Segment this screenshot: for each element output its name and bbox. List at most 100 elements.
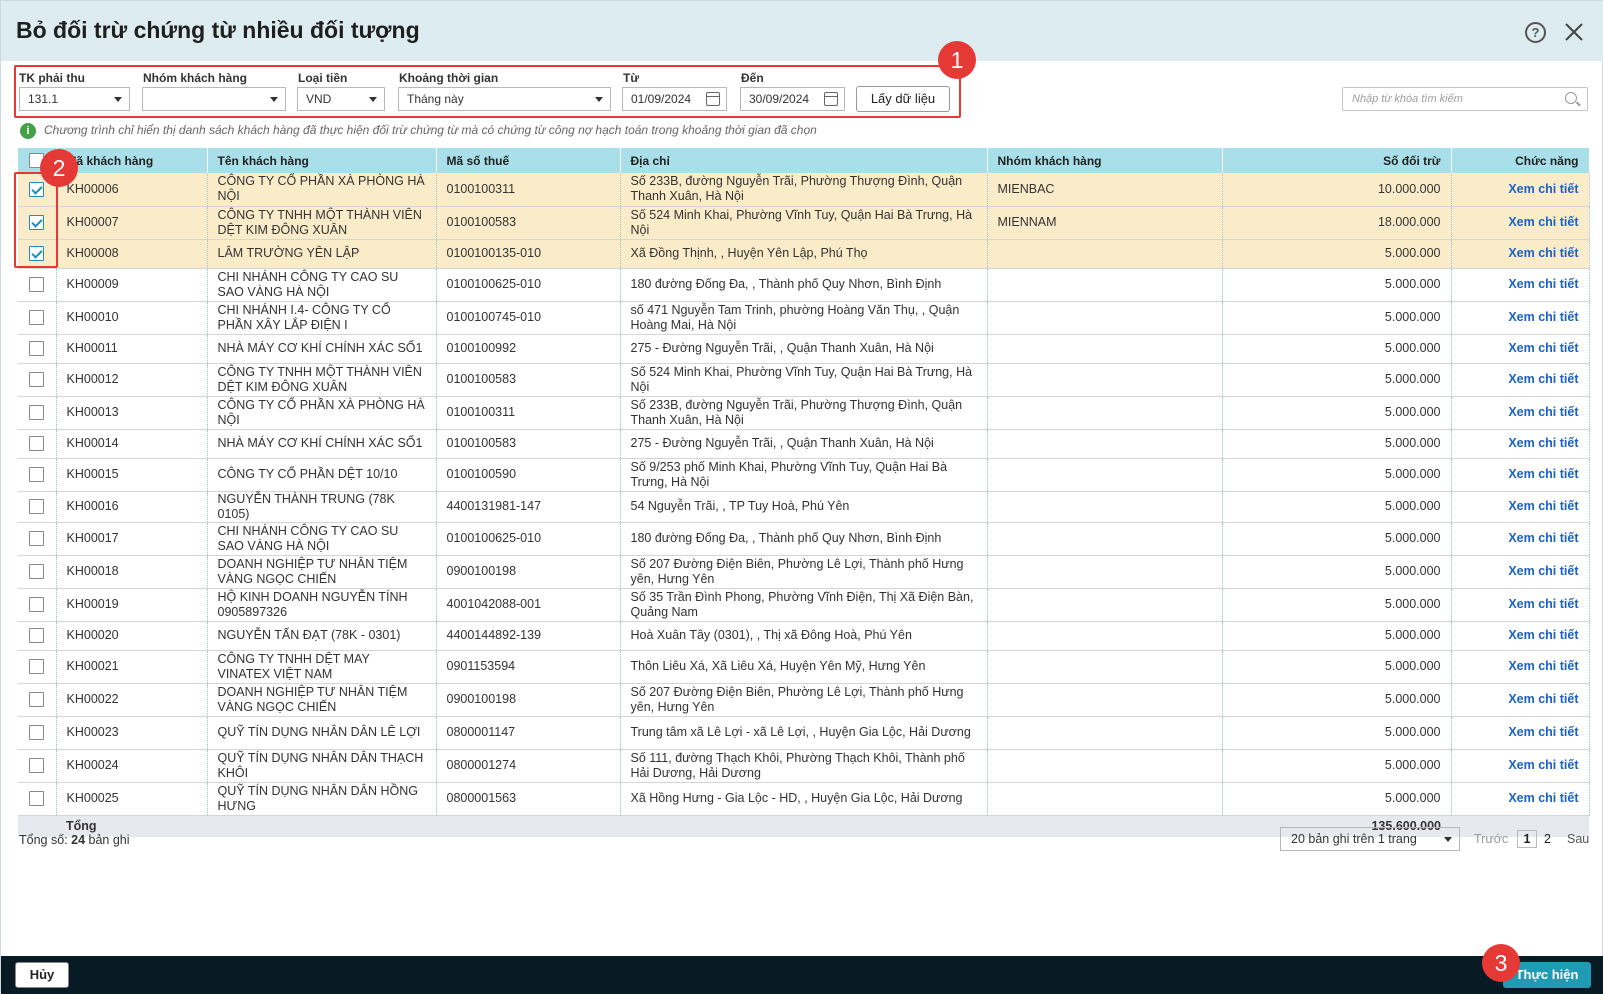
row-checkbox[interactable] <box>29 597 44 613</box>
cell-select[interactable] <box>18 268 57 302</box>
dialog: Bỏ đối trừ chứng từ nhiều đối tượng ? TK… <box>0 0 1603 994</box>
column-header-address[interactable]: Địa chỉ <box>620 148 988 173</box>
view-detail-link[interactable]: Xem chi tiết <box>1508 182 1578 196</box>
cell-select[interactable] <box>18 334 57 364</box>
cancel-button[interactable]: Hủy <box>15 962 69 988</box>
page-1-button[interactable]: 1 <box>1517 830 1537 848</box>
row-checkbox[interactable] <box>29 436 44 452</box>
table-row[interactable]: KH00013 CÔNG TY CỔ PHẦN XÀ PHÒNG HÀ NỘI 01… <box>18 396 1590 430</box>
row-checkbox[interactable] <box>29 692 44 708</box>
column-header-name[interactable]: Tên khách hàng <box>207 148 437 173</box>
cell-group <box>987 782 1223 816</box>
cell-select[interactable] <box>18 396 57 430</box>
table-row[interactable]: KH00009 CHI NHÁNH CÔNG TY CAO SU SAO VÀNG… <box>18 268 1590 302</box>
table-row[interactable]: KH00007 CÔNG TY TNHH MỘT THÀNH VIÊN DỆT K… <box>18 206 1590 240</box>
row-checkbox[interactable] <box>29 372 44 388</box>
cell-select[interactable] <box>18 555 57 589</box>
view-detail-link[interactable]: Xem chi tiết <box>1508 758 1578 772</box>
table-row[interactable]: KH00022 DOANH NGHIỆP TƯ NHÂN TIỆM VÀNG NG… <box>18 683 1590 717</box>
row-checkbox[interactable] <box>29 405 44 421</box>
view-detail-link[interactable]: Xem chi tiết <box>1508 597 1578 611</box>
row-checkbox[interactable] <box>29 310 44 326</box>
cell-select[interactable] <box>18 650 57 684</box>
view-detail-link[interactable]: Xem chi tiết <box>1508 405 1578 419</box>
table-row[interactable]: KH00011 NHÀ MÁY CƠ KHÍ CHÍNH XÁC SỐ1 01001… <box>18 334 1590 364</box>
table-row[interactable]: KH00018 DOANH NGHIỆP TƯ NHÂN TIỆM VÀNG NG… <box>18 555 1590 589</box>
view-detail-link[interactable]: Xem chi tiết <box>1508 725 1578 739</box>
view-detail-link[interactable]: Xem chi tiết <box>1508 791 1578 805</box>
row-checkbox[interactable] <box>29 791 44 807</box>
table-row[interactable]: KH00024 QUỸ TÍN DỤNG NHÂN DÂN THẠCH KHÔI 0… <box>18 749 1590 783</box>
row-checkbox[interactable] <box>29 659 44 675</box>
table-row[interactable]: KH00015 CÔNG TY CỔ PHẦN DỆT 10/10 01001005… <box>18 458 1590 492</box>
cell-select[interactable] <box>18 301 57 335</box>
view-detail-link[interactable]: Xem chi tiết <box>1508 436 1578 450</box>
page-2-button[interactable]: 2 <box>1544 832 1551 846</box>
next-page-button[interactable]: Sau <box>1567 832 1589 846</box>
cell-select[interactable] <box>18 621 57 651</box>
search-input[interactable]: Nhập từ khóa tìm kiếm <box>1342 87 1588 111</box>
table-row[interactable]: KH00017 CHI NHÁNH CÔNG TY CAO SU SAO VÀNG… <box>18 522 1590 556</box>
table-row[interactable]: KH00023 QUỸ TÍN DỤNG NHÂN DÂN LÊ LỢI 08000… <box>18 716 1590 750</box>
table-row[interactable]: KH00012 CÔNG TY TNHH MỘT THÀNH VIÊN DỆT K… <box>18 363 1590 397</box>
row-checkbox[interactable] <box>29 531 44 547</box>
column-header-code[interactable]: Mã khách hàng <box>56 148 208 173</box>
table-row[interactable]: KH00025 QUỸ TÍN DỤNG NHÂN DÂN HỒNG HƯNG 08… <box>18 782 1590 816</box>
row-checkbox[interactable] <box>29 564 44 580</box>
table-row[interactable]: KH00006 CÔNG TY CỔ PHẦN XÀ PHÒNG HÀ NỘI 01… <box>18 173 1590 207</box>
view-detail-link[interactable]: Xem chi tiết <box>1508 310 1578 324</box>
cell-tax: 0900100198 <box>436 555 621 589</box>
column-header-tax[interactable]: Mã số thuế <box>436 148 621 173</box>
cell-select[interactable] <box>18 782 57 816</box>
table-row[interactable]: KH00019 HỘ KINH DOANH NGUYỄN TÍNH 0905897… <box>18 588 1590 622</box>
view-detail-link[interactable]: Xem chi tiết <box>1508 628 1578 642</box>
view-detail-link[interactable]: Xem chi tiết <box>1508 467 1578 481</box>
column-header-group[interactable]: Nhóm khách hàng <box>987 148 1223 173</box>
cell-group: MIENNAM <box>987 206 1223 240</box>
table-row[interactable]: KH00016 NGUYỄN THÀNH TRUNG (78K 0105) 4400… <box>18 491 1590 523</box>
cell-select[interactable] <box>18 522 57 556</box>
table-row[interactable]: KH00021 CÔNG TY TNHH DỆT MAY VINATEX VIỆT… <box>18 650 1590 684</box>
cell-amount: 5.000.000 <box>1222 239 1452 269</box>
close-icon[interactable] <box>1563 21 1585 43</box>
row-checkbox[interactable] <box>29 628 44 644</box>
view-detail-link[interactable]: Xem chi tiết <box>1508 659 1578 673</box>
view-detail-link[interactable]: Xem chi tiết <box>1508 215 1578 229</box>
table-row[interactable]: KH00010 CHI NHÁNH I.4- CÔNG TY CỔ PHẦN XÂ… <box>18 301 1590 335</box>
cell-select[interactable] <box>18 363 57 397</box>
view-detail-link[interactable]: Xem chi tiết <box>1508 341 1578 355</box>
row-checkbox[interactable] <box>29 467 44 483</box>
table-row[interactable]: KH00014 NHÀ MÁY CƠ KHÍ CHÍNH XÁC SỐ1 01001… <box>18 429 1590 459</box>
row-checkbox[interactable] <box>29 499 44 515</box>
column-header-amount[interactable]: Số đối trừ <box>1222 148 1452 173</box>
cell-address: Số 111, đường Thạch Khôi, Phường Thạch K… <box>620 749 988 783</box>
cell-select[interactable] <box>18 429 57 459</box>
row-checkbox[interactable] <box>29 725 44 741</box>
cell-select[interactable] <box>18 716 57 750</box>
view-detail-link[interactable]: Xem chi tiết <box>1508 499 1578 513</box>
help-icon[interactable]: ? <box>1525 22 1546 43</box>
view-detail-link[interactable]: Xem chi tiết <box>1508 692 1578 706</box>
cell-select[interactable] <box>18 588 57 622</box>
prev-page-button[interactable]: Trước <box>1474 832 1508 846</box>
row-checkbox[interactable] <box>29 277 44 293</box>
cell-address: Số 207 Đường Điện Biên, Phường Lê Lợi, T… <box>620 683 988 717</box>
cell-name: DOANH NGHIỆP TƯ NHÂN TIỆM VÀNG NGỌC CHIẾ… <box>207 683 437 717</box>
page-size-select[interactable]: 20 bản ghi trên 1 trang <box>1280 827 1460 851</box>
table-row[interactable]: KH00020 NGUYỄN TẤN ĐẠT (78K - 0301) 440014… <box>18 621 1590 651</box>
view-detail-link[interactable]: Xem chi tiết <box>1508 564 1578 578</box>
view-detail-link[interactable]: Xem chi tiết <box>1508 246 1578 260</box>
cell-select[interactable] <box>18 491 57 523</box>
cell-amount: 5.000.000 <box>1222 334 1452 364</box>
row-checkbox[interactable] <box>29 758 44 774</box>
view-detail-link[interactable]: Xem chi tiết <box>1508 277 1578 291</box>
view-detail-link[interactable]: Xem chi tiết <box>1508 531 1578 545</box>
cell-select[interactable] <box>18 749 57 783</box>
cell-address: Số 524 Minh Khai, Phường Vĩnh Tuy, Quận … <box>620 206 988 240</box>
cell-select[interactable] <box>18 683 57 717</box>
table-row[interactable]: KH00008 LÂM TRƯỜNG YÊN LẬP 0100100135-010 X… <box>18 239 1590 269</box>
search-icon[interactable] <box>1565 92 1577 104</box>
row-checkbox[interactable] <box>29 341 44 357</box>
view-detail-link[interactable]: Xem chi tiết <box>1508 372 1578 386</box>
cell-select[interactable] <box>18 458 57 492</box>
